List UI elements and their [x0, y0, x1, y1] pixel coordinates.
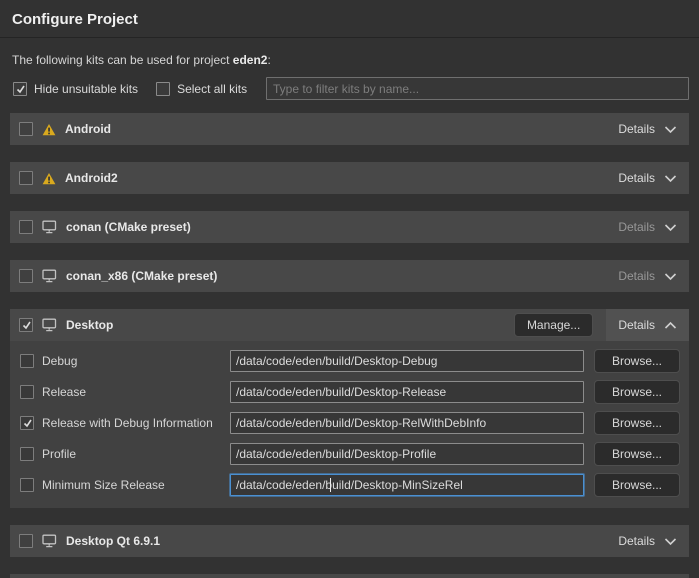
warning-icon: [42, 123, 56, 136]
project-name: eden2: [233, 53, 268, 67]
kit-header[interactable]: Desktop Qt 6.9.1 Details: [10, 525, 689, 557]
kit-conan: conan (CMake preset) Details: [10, 211, 689, 243]
checkbox-icon: [156, 82, 170, 96]
kit-header[interactable]: Android Details: [10, 113, 689, 145]
build-dir-input[interactable]: [230, 474, 584, 496]
page-title: Configure Project: [12, 11, 687, 28]
desktop-icon: [42, 269, 57, 283]
browse-button[interactable]: Browse...: [594, 411, 680, 435]
kit-details-panel: Debug Browse... Release Browse...: [10, 341, 689, 508]
kit-header[interactable]: conan_x86 (CMake preset) Details: [10, 260, 689, 292]
select-all-kits-label: Select all kits: [177, 82, 247, 96]
kit-name: Desktop: [66, 318, 113, 332]
kit-checkbox[interactable]: [19, 220, 33, 234]
kit-filter-input[interactable]: [266, 77, 689, 100]
kit-desktop-qt-691: Desktop Qt 6.9.1 Details: [10, 525, 689, 557]
build-config-profile: Profile Browse...: [20, 443, 680, 465]
details-toggle[interactable]: Details: [606, 113, 689, 145]
hide-unsuitable-kits-checkbox[interactable]: Hide unsuitable kits: [13, 82, 138, 96]
kit-conan-x86: conan_x86 (CMake preset) Details: [10, 260, 689, 292]
build-dir-field: [230, 350, 584, 372]
warning-icon: [42, 172, 56, 185]
kit-name: conan (CMake preset): [66, 220, 191, 234]
build-dir-input[interactable]: [230, 350, 584, 372]
kit-header[interactable]: Desktop Manage... Details: [10, 309, 689, 341]
page-header: Configure Project: [0, 0, 699, 38]
details-toggle[interactable]: Details: [606, 162, 689, 194]
details-label: Details: [618, 318, 655, 332]
config-label: Profile: [42, 447, 230, 461]
kit-filter-bar: Hide unsuitable kits Select all kits: [10, 77, 689, 100]
kit-name: Android: [65, 122, 111, 136]
build-dir-input[interactable]: [230, 381, 584, 403]
browse-button[interactable]: Browse...: [594, 349, 680, 373]
chevron-up-icon: [664, 321, 677, 330]
config-checkbox[interactable]: [20, 385, 34, 399]
kit-header[interactable]: Android2 Details: [10, 162, 689, 194]
kit-checkbox[interactable]: [19, 269, 33, 283]
manage-button[interactable]: Manage...: [514, 313, 593, 337]
kit-name: Android2: [65, 171, 118, 185]
build-config-relwithdebinfo: Release with Debug Information Browse...: [20, 412, 680, 434]
details-toggle: Details: [606, 211, 689, 243]
desktop-icon: [42, 220, 57, 234]
kit-checkbox[interactable]: [19, 171, 33, 185]
checkbox-icon: [13, 82, 27, 96]
details-toggle[interactable]: Details: [606, 525, 689, 557]
details-label: Details: [618, 534, 655, 548]
kit-android: Android Details: [10, 113, 689, 145]
chevron-down-icon: [664, 125, 677, 134]
configure-project-page: Configure Project The following kits can…: [0, 0, 699, 578]
build-dir-field: [230, 443, 584, 465]
next-kit-row-partial[interactable]: [10, 574, 689, 578]
build-config-debug: Debug Browse...: [20, 350, 680, 372]
kit-android2: Android2 Details: [10, 162, 689, 194]
kit-name: conan_x86 (CMake preset): [66, 269, 217, 283]
config-checkbox[interactable]: [20, 354, 34, 368]
details-label: Details: [618, 220, 655, 234]
chevron-down-icon: [664, 174, 677, 183]
config-label: Minimum Size Release: [42, 478, 230, 492]
chevron-down-icon: [664, 537, 677, 546]
kit-desktop: Desktop Manage... Details Debug Browse..…: [10, 309, 689, 508]
build-config-minsizerel: Minimum Size Release Browse...: [20, 474, 680, 496]
intro-suffix: :: [267, 53, 270, 67]
build-dir-input[interactable]: [230, 443, 584, 465]
config-label: Release: [42, 385, 230, 399]
kit-checkbox[interactable]: [19, 318, 33, 332]
build-dir-field: [230, 381, 584, 403]
config-label: Debug: [42, 354, 230, 368]
details-label: Details: [618, 171, 655, 185]
details-toggle[interactable]: Details: [606, 309, 689, 341]
text-caret: [330, 478, 331, 492]
chevron-down-icon: [664, 223, 677, 232]
desktop-icon: [42, 318, 57, 332]
config-label: Release with Debug Information: [42, 416, 230, 430]
kit-name: Desktop Qt 6.9.1: [66, 534, 160, 548]
intro-text: The following kits can be used for proje…: [12, 53, 687, 67]
details-toggle: Details: [606, 260, 689, 292]
desktop-icon: [42, 534, 57, 548]
kit-checkbox[interactable]: [19, 122, 33, 136]
kit-checkbox[interactable]: [19, 534, 33, 548]
browse-button[interactable]: Browse...: [594, 380, 680, 404]
hide-unsuitable-kits-label: Hide unsuitable kits: [34, 82, 138, 96]
browse-button[interactable]: Browse...: [594, 442, 680, 466]
config-checkbox[interactable]: [20, 447, 34, 461]
details-label: Details: [618, 122, 655, 136]
kit-header[interactable]: conan (CMake preset) Details: [10, 211, 689, 243]
details-label: Details: [618, 269, 655, 283]
intro-prefix: The following kits can be used for proje…: [12, 53, 233, 67]
build-config-release: Release Browse...: [20, 381, 680, 403]
browse-button[interactable]: Browse...: [594, 473, 680, 497]
config-checkbox[interactable]: [20, 416, 34, 430]
build-dir-input[interactable]: [230, 412, 584, 434]
build-dir-field-focused: [230, 474, 584, 496]
kit-list: Android Details Android2 Details: [0, 113, 699, 578]
config-checkbox[interactable]: [20, 478, 34, 492]
select-all-kits-checkbox[interactable]: Select all kits: [156, 82, 247, 96]
build-dir-field: [230, 412, 584, 434]
chevron-down-icon: [664, 272, 677, 281]
